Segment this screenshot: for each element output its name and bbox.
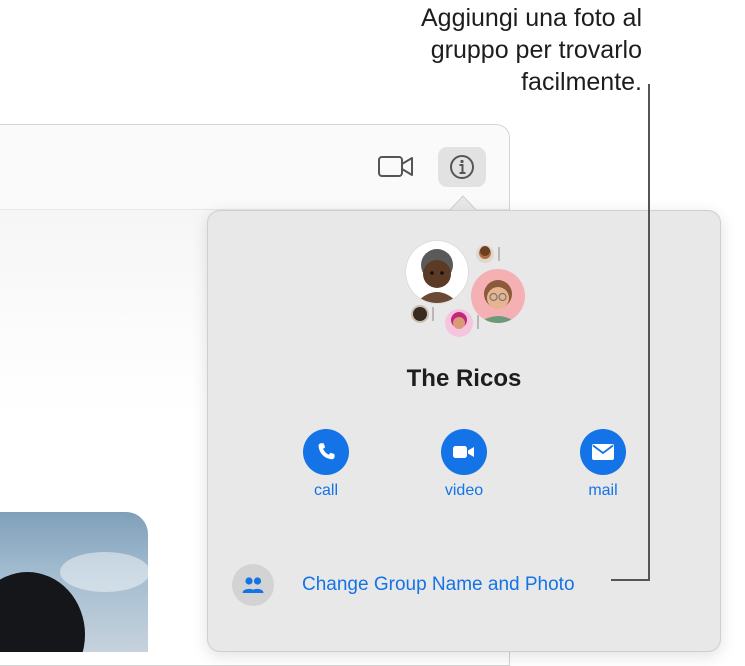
change-group-name-photo-link[interactable]: Change Group Name and Photo: [302, 574, 575, 596]
callout-text: Aggiungi una foto al gruppo per trovarlo…: [282, 2, 642, 98]
video-camera-icon: [453, 446, 474, 458]
conversation-toolbar: [0, 125, 509, 210]
people-icon: [232, 564, 274, 606]
mail-label: mail: [588, 482, 618, 499]
avatar: [406, 241, 468, 303]
envelope-icon: [592, 444, 614, 460]
callout-leader-line: [648, 84, 650, 581]
callout-line-2: gruppo per trovarlo: [430, 36, 642, 64]
video-camera-icon: [378, 156, 413, 177]
call-button[interactable]: [303, 429, 349, 475]
callout-line-1: Aggiungi una foto al: [420, 4, 642, 32]
photo-message[interactable]: [0, 512, 148, 652]
avatar: [445, 309, 473, 337]
group-info-popover: The Ricos call video mail Change Group N…: [207, 210, 721, 652]
call-label: call: [313, 482, 338, 499]
callout-leader-line: [611, 579, 650, 581]
video-action[interactable]: video: [424, 429, 504, 500]
callout-line-3: facilmente.: [521, 68, 642, 96]
avatar: [411, 305, 429, 323]
call-action[interactable]: call: [286, 429, 366, 500]
video-button[interactable]: [441, 429, 487, 475]
info-icon: [450, 155, 474, 179]
avatar: [471, 269, 525, 323]
avatar: [476, 245, 494, 263]
video-call-button[interactable]: [377, 151, 417, 183]
mail-button[interactable]: [580, 429, 626, 475]
info-button[interactable]: [438, 147, 486, 187]
group-name: The Ricos: [406, 365, 522, 392]
video-label: video: [444, 482, 484, 499]
phone-icon: [318, 443, 335, 460]
mail-action[interactable]: mail: [563, 429, 643, 500]
group-avatar-cluster: [403, 239, 543, 349]
